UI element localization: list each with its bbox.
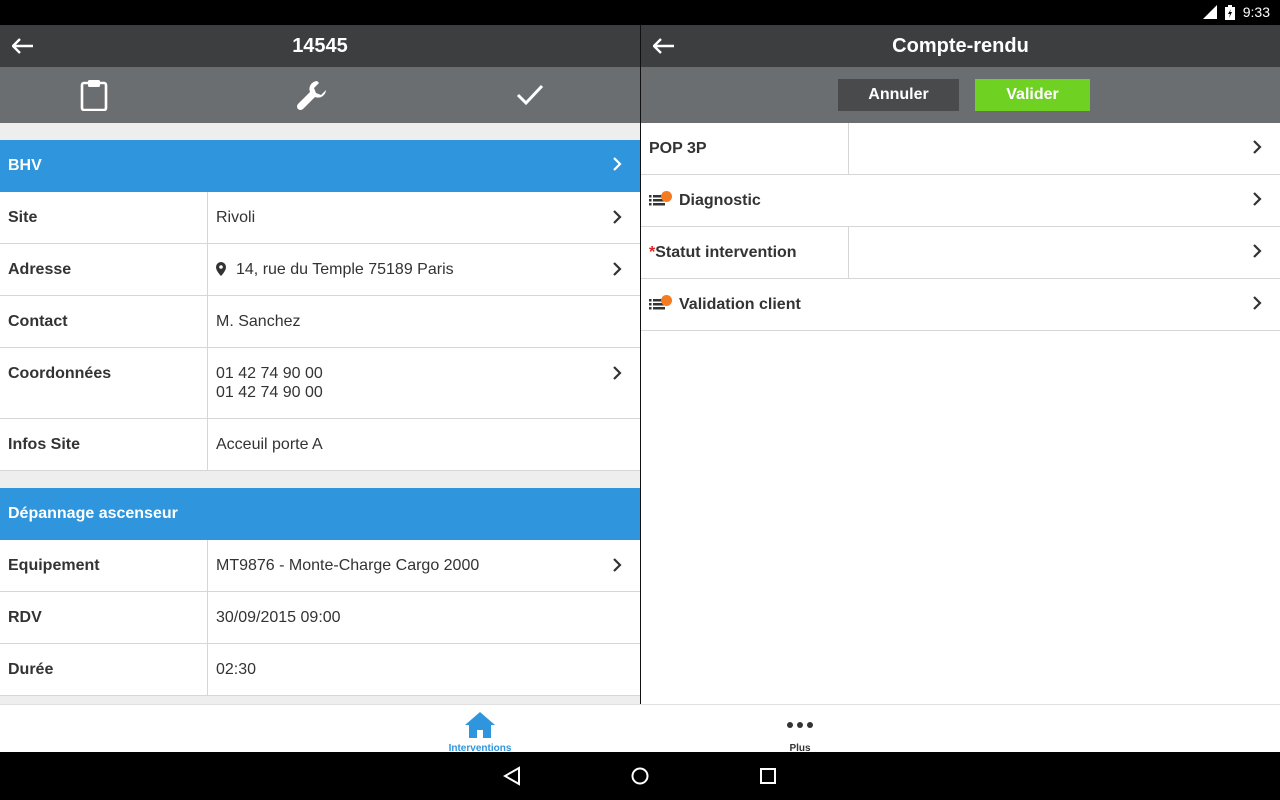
report-row-diagnostic[interactable]: Diagnostic xyxy=(641,175,1280,227)
report-row-status[interactable]: *Statut intervention xyxy=(641,226,1280,279)
chevron-right-icon xyxy=(613,210,622,224)
report-title: Compte-rendu xyxy=(892,35,1029,57)
system-back-button[interactable] xyxy=(500,764,524,788)
validate-button[interactable]: Valider xyxy=(975,79,1090,111)
left-app-bar: 14545 xyxy=(0,25,640,67)
system-recents-button[interactable] xyxy=(756,764,780,788)
row-contact: Contact M. Sanchez xyxy=(0,296,640,348)
row-site-info: Infos Site Acceuil porte A xyxy=(0,419,640,471)
chevron-right-icon xyxy=(1253,192,1262,206)
wrench-icon xyxy=(296,81,326,111)
clock: 9:33 xyxy=(1242,4,1270,20)
bottom-navigation: Interventions Plus xyxy=(0,704,1280,754)
row-phone-numbers[interactable]: Coordonnées 01 42 74 90 00 01 42 74 90 0… xyxy=(0,348,640,419)
system-navigation-bar xyxy=(0,752,1280,800)
home-icon xyxy=(464,710,496,740)
checklist-icon xyxy=(649,190,675,209)
cancel-button[interactable]: Annuler xyxy=(838,79,959,111)
report-row-pop3p[interactable]: POP 3P xyxy=(641,122,1280,175)
signal-icon xyxy=(1202,5,1217,19)
system-home-button[interactable] xyxy=(628,764,652,788)
circle-home-icon xyxy=(631,767,649,785)
complete-button[interactable] xyxy=(508,73,552,117)
row-address[interactable]: Adresse 14, rue du Temple 75189 Paris xyxy=(0,244,640,296)
notification-dot xyxy=(661,190,672,202)
intervention-number: 14545 xyxy=(292,35,348,57)
row-site[interactable]: Site Rivoli xyxy=(0,192,640,244)
clipboard-button[interactable] xyxy=(72,73,116,117)
section-header-client[interactable]: BHV xyxy=(0,140,640,192)
chevron-right-icon xyxy=(1253,244,1262,258)
chevron-right-icon xyxy=(613,366,622,380)
location-pin-icon xyxy=(216,262,226,276)
intervention-details: BHV Site Rivoli Adresse 14, rue du Templ… xyxy=(0,123,640,704)
clipboard-icon xyxy=(80,80,108,111)
triangle-back-icon xyxy=(503,766,520,786)
chevron-right-icon xyxy=(613,558,622,572)
intervention-detail-pane: 14545 BHV Site Rivoli Adresse 14, rue du… xyxy=(0,25,640,704)
battery-icon xyxy=(1224,4,1235,20)
section-header-intervention: Dépannage ascenseur xyxy=(0,488,640,540)
chevron-right-icon xyxy=(1253,296,1262,310)
report-fields: POP 3P Diagnostic *Statut intervention V… xyxy=(641,122,1280,704)
phone-number: 01 42 74 90 00 xyxy=(216,365,323,382)
report-row-client-validation[interactable]: Validation client xyxy=(641,279,1280,331)
chevron-right-icon xyxy=(613,262,622,276)
phone-number: 01 42 74 90 00 xyxy=(216,384,323,401)
nav-interventions[interactable]: Interventions xyxy=(420,708,540,754)
row-equipment[interactable]: Equipement MT9876 - Monte-Charge Cargo 2… xyxy=(0,540,640,592)
left-toolbar xyxy=(0,67,640,123)
notification-dot xyxy=(661,294,672,306)
checklist-icon xyxy=(649,294,675,313)
right-app-bar: Compte-rendu xyxy=(641,25,1280,67)
more-icon xyxy=(784,710,816,740)
checkmark-icon xyxy=(516,84,544,106)
square-recents-icon xyxy=(760,768,776,784)
status-bar: 9:33 xyxy=(0,0,1280,25)
chevron-right-icon xyxy=(613,157,622,171)
report-pane: Compte-rendu Annuler Valider POP 3P Diag… xyxy=(641,25,1280,704)
report-toolbar: Annuler Valider xyxy=(641,67,1280,123)
row-duration: Durée 02:30 xyxy=(0,644,640,696)
chevron-right-icon xyxy=(1253,140,1262,154)
nav-more[interactable]: Plus xyxy=(740,708,860,754)
tools-button[interactable] xyxy=(290,73,334,117)
row-appointment: RDV 30/09/2015 09:00 xyxy=(0,592,640,644)
